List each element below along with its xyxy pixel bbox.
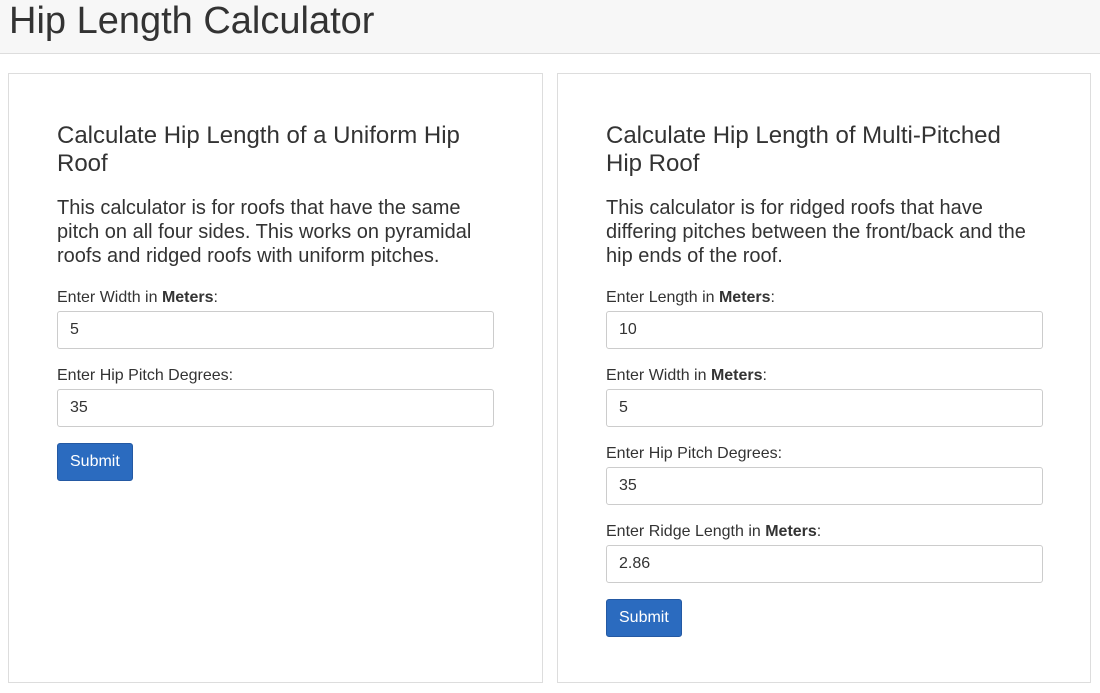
multi-length-label: Enter Length in Meters:	[606, 289, 1043, 307]
multi-width-label: Enter Width in Meters:	[606, 367, 1043, 385]
multi-width-label-prefix: Enter Width in	[606, 367, 711, 384]
multi-pitch-heading: Calculate Hip Length of Multi-Pitched Hi…	[606, 122, 1001, 177]
multi-width-label-suffix: :	[762, 367, 767, 384]
multi-ridge-label-unit: Meters	[765, 523, 817, 540]
multi-pitch-description: This calculator is for ridged roofs that…	[606, 197, 1026, 267]
uniform-submit-button[interactable]: Submit	[57, 443, 133, 481]
multi-length-label-suffix: :	[770, 289, 775, 306]
multi-pitch-panel: Calculate Hip Length of Multi-Pitched Hi…	[557, 73, 1091, 683]
uniform-hip-panel: Calculate Hip Length of a Uniform Hip Ro…	[8, 73, 543, 683]
multi-length-label-prefix: Enter Length in	[606, 289, 719, 306]
uniform-width-label: Enter Width in Meters:	[57, 289, 494, 307]
uniform-width-label-unit: Meters	[161, 289, 214, 306]
uniform-width-label-prefix: Enter Width in	[57, 289, 162, 306]
multi-ridge-label-suffix: :	[816, 523, 822, 540]
multi-ridge-input[interactable]	[606, 545, 1043, 583]
multi-pitch-input[interactable]	[606, 467, 1043, 505]
page-title: Hip Length Calculator	[9, 0, 375, 42]
multi-pitch-label: Enter Hip Pitch Degrees:	[606, 445, 783, 462]
multi-submit-button[interactable]: Submit	[606, 599, 682, 637]
multi-length-label-unit: Meters	[718, 289, 771, 306]
uniform-pitch-label: Enter Hip Pitch Degrees:	[57, 367, 234, 384]
page-header: Hip Length Calculator	[0, 0, 1100, 54]
multi-ridge-label: Enter Ridge Length in Meters:	[606, 523, 1043, 541]
uniform-hip-description: This calculator is for roofs that have t…	[57, 197, 472, 267]
uniform-width-input[interactable]	[57, 311, 494, 349]
multi-ridge-label-prefix: Enter Ridge Length in	[606, 523, 766, 540]
multi-length-input[interactable]	[606, 311, 1043, 349]
uniform-hip-heading: Calculate Hip Length of a Uniform Hip Ro…	[57, 122, 460, 177]
uniform-width-label-suffix: :	[213, 289, 218, 306]
uniform-pitch-input[interactable]	[57, 389, 494, 427]
multi-pitch-form: Calculate Hip Length of Multi-Pitched Hi…	[606, 122, 1043, 637]
uniform-hip-form: Calculate Hip Length of a Uniform Hip Ro…	[57, 122, 494, 481]
multi-width-label-unit: Meters	[710, 367, 763, 384]
multi-width-input[interactable]	[606, 389, 1043, 427]
